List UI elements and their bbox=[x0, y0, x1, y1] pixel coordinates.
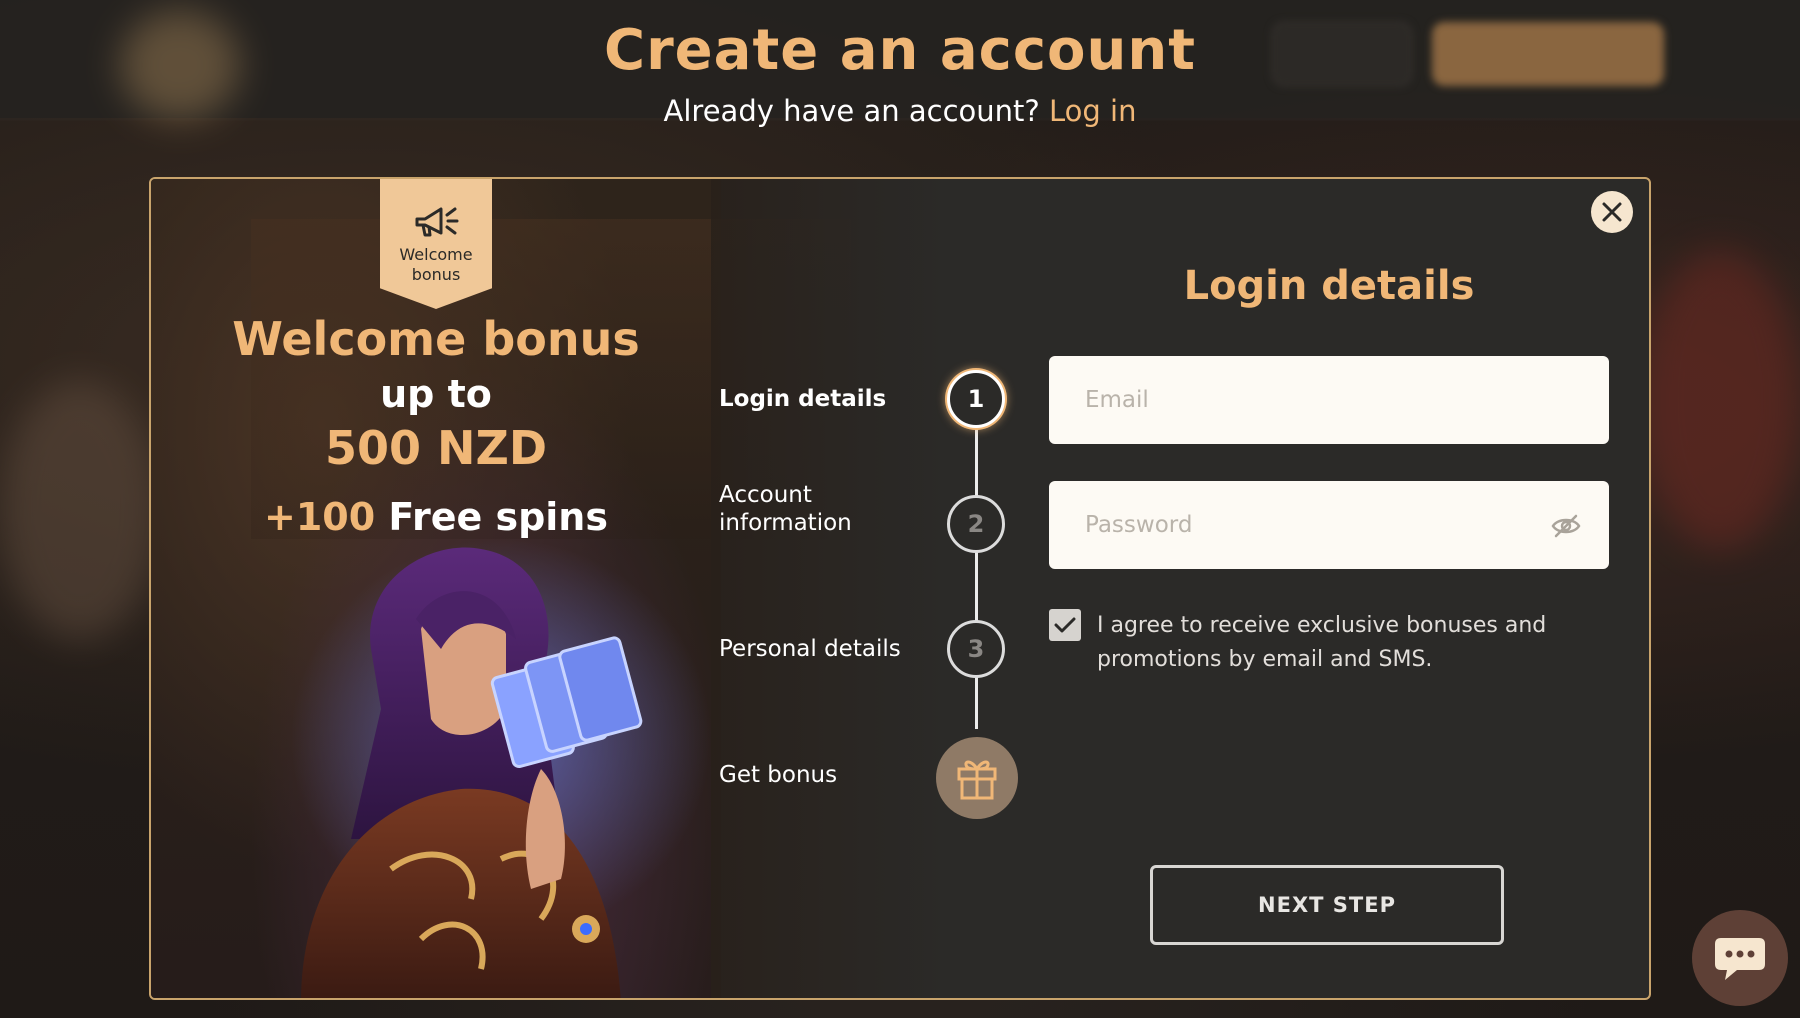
steps-panel bbox=[711, 179, 1011, 998]
steps-progress-line bbox=[975, 399, 978, 729]
promo-upto: up to bbox=[380, 372, 492, 416]
close-button[interactable] bbox=[1591, 191, 1633, 233]
promo-title: Welcome bonus bbox=[232, 312, 640, 366]
subtitle: Already have an account? Log in bbox=[0, 94, 1800, 128]
gift-icon bbox=[957, 760, 997, 800]
step-label-get-bonus: Get bonus bbox=[719, 762, 838, 788]
email-field[interactable] bbox=[1049, 356, 1609, 444]
step-1-indicator: 1 bbox=[947, 370, 1005, 428]
step-label-account-information: Account information bbox=[719, 482, 852, 536]
password-field[interactable] bbox=[1049, 481, 1609, 569]
spins-number: +100 bbox=[264, 495, 376, 539]
eye-off-icon[interactable] bbox=[1551, 514, 1581, 538]
background-decor-blur bbox=[1640, 250, 1800, 550]
subtitle-text: Already have an account? bbox=[663, 94, 1040, 128]
close-icon bbox=[1602, 202, 1622, 222]
step-label-personal-details: Personal details bbox=[719, 636, 901, 662]
spins-text: Free spins bbox=[388, 495, 608, 539]
agree-checkbox[interactable] bbox=[1049, 609, 1081, 641]
page-title: Create an account bbox=[603, 18, 1197, 83]
step-3-indicator: 3 bbox=[947, 620, 1005, 678]
next-step-button[interactable]: NEXT STEP bbox=[1150, 865, 1504, 945]
chat-icon bbox=[1715, 938, 1765, 980]
badge-text: Welcome bonus bbox=[399, 245, 473, 284]
character-illustration bbox=[291, 539, 711, 998]
background-decor-blur-left bbox=[0, 380, 160, 640]
chat-button[interactable] bbox=[1692, 910, 1788, 1006]
form-title: Login details bbox=[1183, 263, 1475, 309]
step-bonus-indicator bbox=[936, 737, 1018, 819]
step-2-indicator: 2 bbox=[947, 495, 1005, 553]
promo-spins: +100 Free spins bbox=[151, 495, 721, 539]
login-link[interactable]: Log in bbox=[1049, 94, 1136, 128]
agree-text: I agree to receive exclusive bonuses and… bbox=[1097, 613, 1547, 672]
megaphone-icon bbox=[415, 207, 459, 237]
page-bottom-strip bbox=[0, 1018, 1800, 1032]
checkmark-icon bbox=[1054, 617, 1076, 633]
step-label-login-details: Login details bbox=[719, 386, 887, 412]
welcome-bonus-badge: Welcome bonus bbox=[380, 179, 492, 309]
signup-modal: Welcome bonus Welcome bonus up to 500 NZ… bbox=[149, 177, 1651, 1000]
promo-amount: 500 NZD bbox=[324, 421, 548, 475]
